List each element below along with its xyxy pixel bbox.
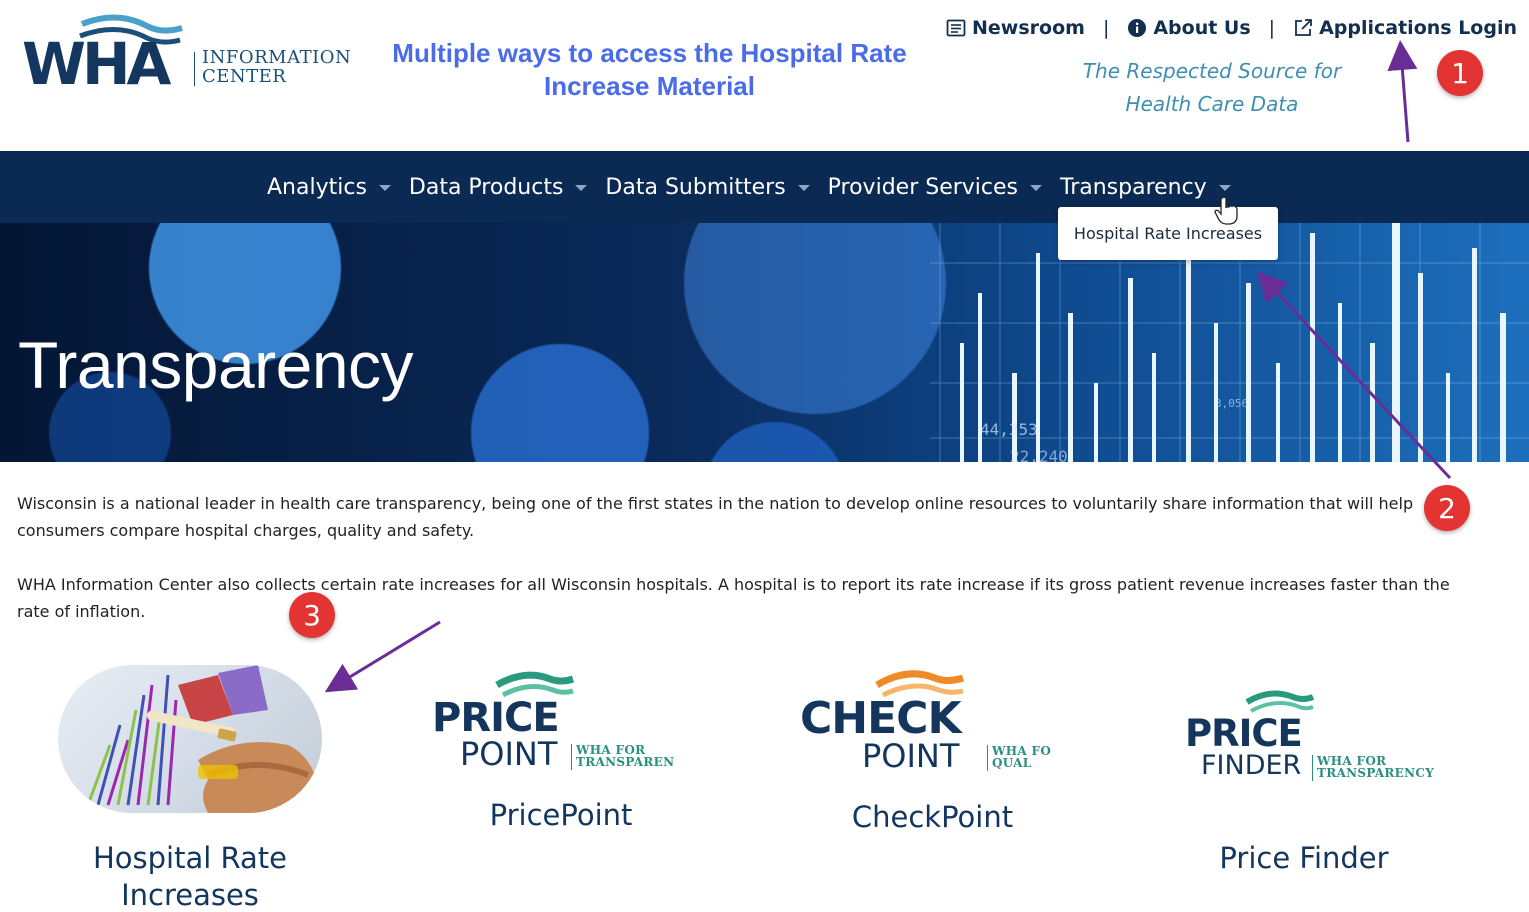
pricepoint-label[interactable]: PricePoint [430, 797, 692, 834]
intro-paragraph: Wisconsin is a national leader in health… [17, 494, 1414, 540]
info-icon [1127, 18, 1147, 38]
nav-label: Provider Services [827, 174, 1018, 200]
about-us-label: About Us [1153, 17, 1251, 39]
nav-item-data-submitters[interactable]: Data Submitters [605, 174, 810, 200]
annotation-badge-2: 2 [1424, 485, 1470, 531]
nav-label: Analytics [267, 174, 367, 200]
rate-increase-paragraph: WHA Information Center also collects cer… [17, 575, 1450, 621]
wha-logo-mark: WHA [22, 14, 183, 89]
tagline-line1: The Respected Source for [1082, 59, 1342, 83]
about-us-link[interactable]: About Us [1127, 17, 1251, 39]
nav-item-transparency[interactable]: Transparency [1060, 175, 1231, 200]
brand-line2: POINT [862, 737, 960, 775]
hero-chart-label: 22,240 [1010, 447, 1068, 462]
link-separator: | [1102, 17, 1110, 39]
logo-line1: INFORMATION [202, 47, 352, 68]
tagline: The Respected Source for Health Care Dat… [1074, 55, 1350, 121]
hero-banner: 44,353 22,240 3,056 Transparency [0, 223, 1529, 462]
wave-logo-icon [1245, 690, 1315, 713]
applications-login-link[interactable]: Applications Login [1293, 17, 1517, 39]
checkpoint-logo[interactable]: CHECK POINT WHA FO QUAL [800, 663, 1065, 778]
arrow-to-rate-increases-tile [324, 620, 441, 693]
nav-label: Data Products [408, 174, 564, 200]
hero-chart-label: 3,056 [1215, 397, 1248, 410]
caret-down-icon [378, 185, 391, 191]
annotation-headline: Multiple ways to access the Hospital Rat… [392, 38, 907, 101]
caret-down-icon [1218, 185, 1231, 191]
bar-chart-photo [86, 665, 322, 813]
caret-down-icon [1030, 185, 1042, 191]
nav-label: Data Submitters [605, 174, 786, 200]
price-finder-label[interactable]: Price Finder [1175, 840, 1433, 877]
newspaper-icon [946, 19, 966, 37]
wave-logo-icon [495, 671, 575, 697]
newsroom-label: Newsroom [972, 17, 1085, 39]
hero-chart-label: 44,353 [980, 420, 1038, 439]
checkpoint-label[interactable]: CheckPoint [800, 799, 1065, 836]
page-title: Transparency [18, 328, 414, 402]
nav-item-data-products[interactable]: Data Products [409, 175, 588, 200]
brand-line2: FINDER [1201, 750, 1302, 781]
price-finder-logo[interactable]: PRICE FINDER WHA FOR TRANSPARENCY [1185, 684, 1435, 784]
hospital-rate-increases-label[interactable]: Hospital Rate Increases [60, 840, 320, 912]
arrow-to-applications-login [1387, 40, 1418, 143]
nav-label: Transparency [1060, 174, 1207, 200]
main-navbar: Analytics Data Products Data Submitters … [0, 151, 1529, 223]
nav-item-provider-services[interactable]: Provider Services [828, 175, 1042, 200]
brand-line2: POINT [460, 735, 558, 773]
pricepoint-logo[interactable]: PRICE POINT WHA FOR TRANSPAREN [430, 665, 680, 775]
tagline-line2: Health Care Data [1125, 92, 1299, 116]
brand-line1: PRICE [1185, 712, 1303, 755]
logo-line2: CENTER [202, 66, 287, 87]
annotation-badge-1: 1 [1437, 50, 1483, 96]
hospital-rate-increases-image[interactable] [58, 665, 322, 813]
caret-down-icon [575, 185, 588, 191]
applications-login-label: Applications Login [1319, 17, 1517, 39]
dropdown-item-hospital-rate-increases[interactable]: Hospital Rate Increases [1058, 207, 1278, 260]
top-links: Newsroom | About Us | Applications Login [946, 15, 1517, 41]
link-separator: | [1268, 17, 1276, 39]
hand-cursor-icon [1214, 196, 1238, 225]
annotation-badge-3: 3 [289, 592, 335, 638]
caret-down-icon [797, 185, 810, 191]
nav-item-analytics[interactable]: Analytics [267, 175, 391, 200]
external-link-icon [1293, 18, 1313, 38]
newsroom-link[interactable]: Newsroom [946, 17, 1085, 39]
logo-mark-text: WHA [22, 30, 172, 89]
wha-logo[interactable]: WHA INFORMATION CENTER [22, 14, 362, 94]
